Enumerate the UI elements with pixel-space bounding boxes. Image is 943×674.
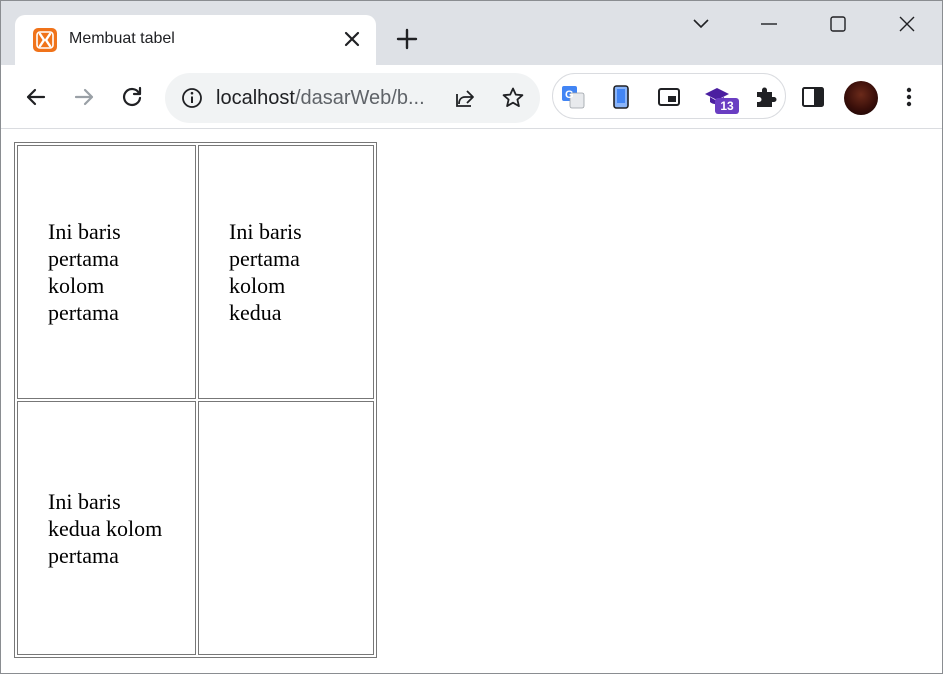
tab-search-chevron-icon[interactable]	[690, 13, 712, 35]
tab-title: Membuat tabel	[69, 30, 175, 47]
url-host: localhost	[216, 87, 295, 109]
data-table: Ini baris pertama kolom pertama Ini bari…	[14, 142, 377, 658]
extensions-group: G 13	[552, 73, 786, 119]
page-content: Ini baris pertama kolom pertama Ini bari…	[1, 130, 942, 673]
url-path: /dasarWeb/b...	[294, 87, 425, 109]
bookmark-star-icon[interactable]	[500, 85, 526, 111]
share-icon[interactable]	[452, 85, 478, 111]
google-translate-icon[interactable]: G	[560, 84, 586, 110]
site-info-icon[interactable]	[179, 85, 205, 111]
svg-text:G: G	[565, 89, 574, 101]
profile-avatar[interactable]	[844, 81, 878, 115]
back-arrow-icon[interactable]	[23, 84, 49, 110]
kebab-menu-icon[interactable]	[896, 84, 922, 110]
maximize-icon[interactable]	[827, 13, 849, 35]
tab-strip: Membuat tabel	[1, 1, 942, 67]
xampp-icon	[33, 28, 57, 52]
close-window-icon[interactable]	[896, 13, 918, 35]
active-tab[interactable]: Membuat tabel	[15, 15, 376, 67]
table-cell: Ini baris kedua kolom pertama	[17, 401, 196, 655]
address-bar[interactable]: localhost/dasarWeb/b...	[165, 73, 540, 123]
table-cell: Ini baris pertama kolom pertama	[17, 145, 196, 399]
extension-badge-count: 13	[715, 98, 739, 114]
new-tab-icon[interactable]	[395, 27, 419, 51]
table-row: Ini baris pertama kolom pertama Ini bari…	[17, 145, 374, 399]
browser-window: Membuat tabel localhost/dasarWeb/b... G …	[0, 0, 943, 674]
puzzle-piece-icon[interactable]	[752, 84, 778, 110]
reload-icon[interactable]	[119, 84, 145, 110]
table-row: Ini baris kedua kolom pertama	[17, 401, 374, 655]
picture-in-picture-icon[interactable]	[656, 84, 682, 110]
close-tab-icon[interactable]	[341, 28, 363, 50]
table-cell: Ini baris pertama kolom kedua	[198, 145, 374, 399]
url-text[interactable]: localhost/dasarWeb/b...	[216, 87, 425, 110]
mobile-device-icon[interactable]	[608, 84, 634, 110]
forward-arrow-icon[interactable]	[71, 84, 97, 110]
toolbar: localhost/dasarWeb/b... G 13	[1, 65, 942, 129]
minimize-icon[interactable]	[758, 13, 780, 35]
table-cell-empty	[198, 401, 374, 655]
side-panel-icon[interactable]	[800, 84, 826, 110]
